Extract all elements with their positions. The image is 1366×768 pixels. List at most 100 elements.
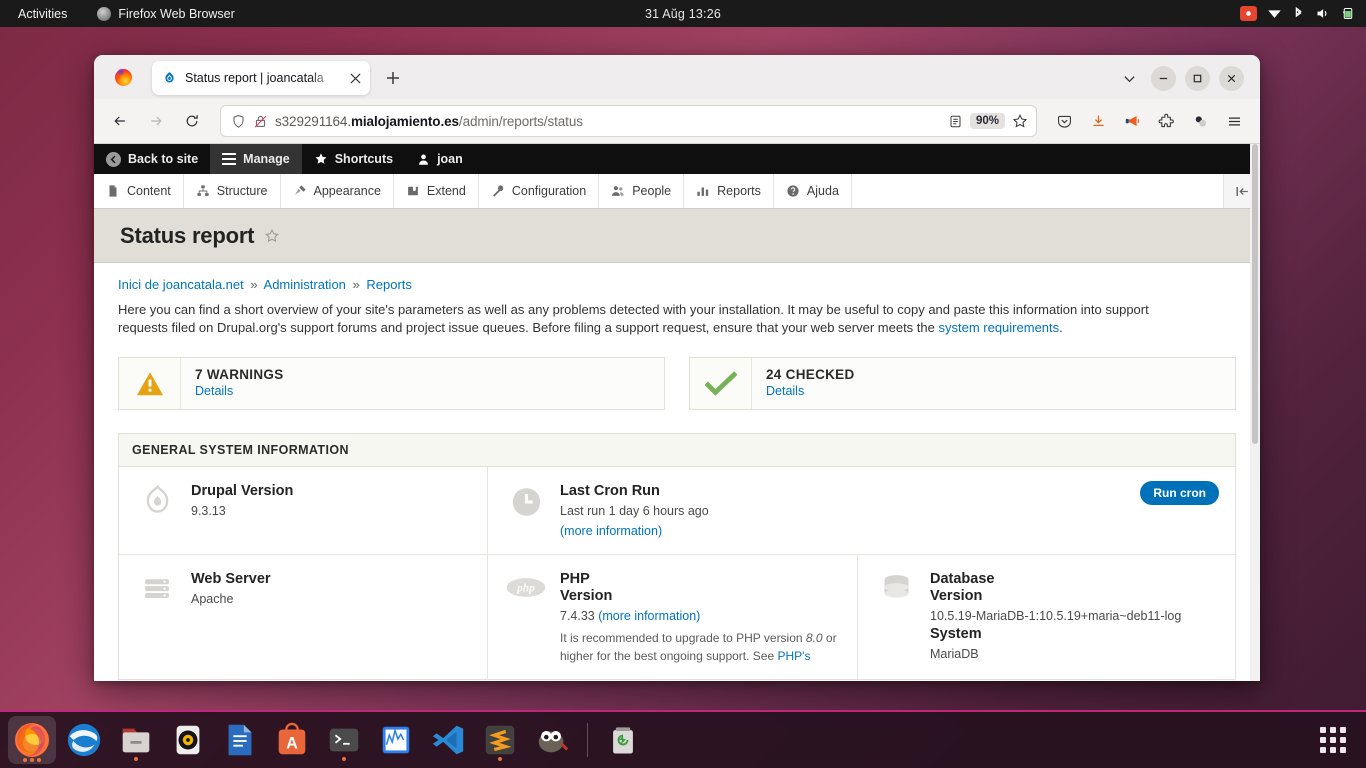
shield-icon[interactable] <box>231 114 246 129</box>
warnings-count: 7 WARNINGS <box>195 367 284 382</box>
dock-item-ubuntu-software[interactable]: A <box>268 716 316 764</box>
php-title-line1: PHP <box>560 571 590 587</box>
tab-strip: Status report | joancatala <box>94 55 1260 99</box>
run-cron-button[interactable]: Run cron <box>1140 481 1219 505</box>
dock-item-files[interactable] <box>112 716 160 764</box>
php-more-information-link[interactable]: (more information) <box>598 609 700 623</box>
menu-item-content[interactable]: Content <box>94 174 184 208</box>
lock-crossed-icon[interactable] <box>253 114 268 129</box>
web-server-title: Web Server <box>191 571 271 587</box>
dock-item-gimp[interactable] <box>528 716 576 764</box>
drupal-icon <box>137 483 177 540</box>
breadcrumb-home[interactable]: Inici de joancatala.net <box>118 277 244 292</box>
downloads-icon[interactable] <box>1083 106 1114 137</box>
navigation-toolbar: s329291164.mialojamiento.es/admin/report… <box>94 99 1260 144</box>
megaphone-icon[interactable] <box>1117 106 1148 137</box>
breadcrumb-reports[interactable]: Reports <box>366 277 412 292</box>
zoom-level-indicator[interactable]: 90% <box>969 113 1005 129</box>
dock-item-system-monitor[interactable] <box>372 716 420 764</box>
content-icon <box>109 185 117 197</box>
menu-label: Configuration <box>511 184 587 198</box>
database-icon <box>876 571 916 665</box>
window-controls <box>1116 65 1252 99</box>
warnings-summary-box[interactable]: 7 WARNINGS Details <box>118 357 665 410</box>
reload-icon[interactable] <box>176 105 208 137</box>
dock-item-firefox[interactable] <box>8 716 56 764</box>
toolbar-tab-shortcuts[interactable]: Shortcuts <box>302 144 405 174</box>
extensions-icon[interactable] <box>1151 106 1182 137</box>
address-bar[interactable]: s329291164.mialojamiento.es/admin/report… <box>220 105 1037 137</box>
dock-item-rhythmbox[interactable] <box>164 716 212 764</box>
status-summary-row: 7 WARNINGS Details 24 CHECKED Details <box>118 357 1236 410</box>
gsi-heading: GENERAL SYSTEM INFORMATION <box>119 434 1235 467</box>
dock-item-terminal[interactable] <box>320 716 368 764</box>
system-monitor-icon <box>382 726 410 754</box>
page-viewport: Back to site Manage Shortcuts joan Conte… <box>94 144 1260 681</box>
browser-tab[interactable]: Status report | joancatala <box>152 61 370 95</box>
dock-item-sublime-text[interactable] <box>476 716 524 764</box>
add-shortcut-star-icon[interactable] <box>264 228 280 244</box>
drupal-version-title: Drupal Version <box>191 483 294 499</box>
maximize-button[interactable] <box>1185 65 1210 91</box>
structure-icon <box>197 185 209 196</box>
database-title-line1: Database <box>930 571 995 587</box>
gimp-icon <box>538 730 569 753</box>
menu-item-structure[interactable]: Structure <box>184 174 281 208</box>
toolbar-tab-user[interactable]: joan <box>405 144 475 174</box>
dock-item-trash[interactable] <box>599 716 647 764</box>
close-tab-icon[interactable] <box>346 69 364 87</box>
back-icon[interactable] <box>104 105 136 137</box>
drupal-version-value: 9.3.13 <box>191 504 226 518</box>
menu-label: Content <box>127 184 171 198</box>
page-title: Status report <box>120 223 255 248</box>
show-applications-button[interactable] <box>1308 715 1358 765</box>
bookmark-star-icon[interactable] <box>1012 113 1028 129</box>
minimize-button[interactable] <box>1151 65 1176 91</box>
manage-label: Manage <box>243 152 290 166</box>
scrollbar-thumb[interactable] <box>1252 144 1258 444</box>
svg-text:php: php <box>516 583 535 595</box>
intro-part2: . <box>1059 320 1063 335</box>
checked-details-link[interactable]: Details <box>766 384 855 398</box>
server-icon <box>137 571 177 665</box>
dock-item-thunderbird[interactable] <box>60 716 108 764</box>
dock-item-vscode[interactable] <box>424 716 472 764</box>
menu-item-help[interactable]: Ajuda <box>774 174 852 208</box>
back-to-site-button[interactable]: Back to site <box>94 144 210 174</box>
clock-button[interactable]: 31 Aŭg 13:26 <box>0 7 1366 21</box>
close-button[interactable] <box>1219 65 1244 91</box>
menu-label: People <box>632 184 672 198</box>
menu-item-extend[interactable]: Extend <box>394 174 479 208</box>
pocket-icon[interactable] <box>1049 106 1080 137</box>
extend-icon <box>408 186 418 196</box>
checked-summary-box[interactable]: 24 CHECKED Details <box>689 357 1236 410</box>
menu-item-people[interactable]: People <box>599 174 685 208</box>
gsi-row: Drupal Version 9.3.13 Last Cron Run Last… <box>119 467 1235 555</box>
menu-item-configuration[interactable]: Configuration <box>479 174 600 208</box>
app-menu-icon[interactable] <box>1219 106 1250 137</box>
running-indicator <box>134 757 138 761</box>
php-version-value: 7.4.33 <box>560 609 599 623</box>
gnome-top-bar: Activities Firefox Web Browser 31 Aŭg 13… <box>0 0 1366 27</box>
php-cell: php PHP Version 7.4.33 (more information)… <box>488 555 858 679</box>
database-cell: Database Version 10.5.19-MariaDB-1:10.5.1… <box>858 555 1235 679</box>
container-icon[interactable] <box>1185 106 1216 137</box>
cron-more-information-link[interactable]: (more information) <box>560 524 662 538</box>
dock-item-libreoffice-writer[interactable] <box>216 716 264 764</box>
list-all-tabs-icon[interactable] <box>1116 65 1142 91</box>
reader-view-icon[interactable] <box>948 114 963 129</box>
new-tab-button[interactable] <box>378 63 408 93</box>
breadcrumb-administration[interactable]: Administration <box>264 277 346 292</box>
toolbar-tab-manage[interactable]: Manage <box>210 144 302 174</box>
system-requirements-link[interactable]: system requirements <box>938 320 1059 335</box>
files-icon <box>122 728 150 753</box>
rhythmbox-icon <box>176 725 200 755</box>
collapse-icon <box>1236 186 1248 196</box>
database-title-line2: Version <box>930 588 983 604</box>
menu-item-reports[interactable]: Reports <box>684 174 774 208</box>
cron-title: Last Cron Run <box>560 483 660 499</box>
page-scrollbar[interactable] <box>1250 144 1260 681</box>
menu-item-appearance[interactable]: Appearance <box>281 174 394 208</box>
warnings-details-link[interactable]: Details <box>195 384 284 398</box>
php-docs-link[interactable]: PHP's <box>777 649 810 663</box>
